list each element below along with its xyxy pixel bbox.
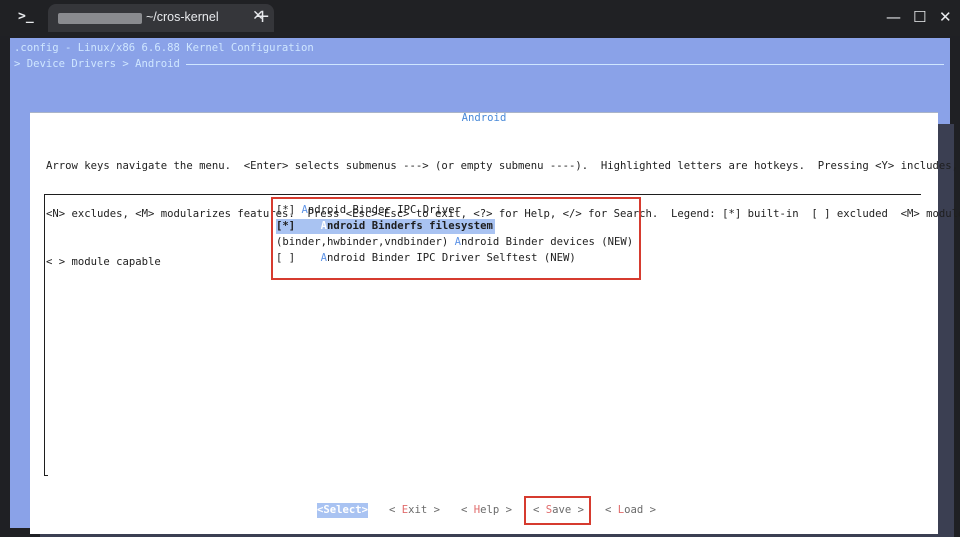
item-label: ndroid Binder IPC Driver Selftest (NEW) bbox=[327, 252, 576, 264]
btn-rest: elect> bbox=[329, 504, 369, 516]
menu-item-binder-devices[interactable]: (binder,hwbinder,vndbinder) Android Bind… bbox=[276, 235, 633, 250]
item-label: ndroid Binder devices (NEW) bbox=[460, 236, 634, 248]
help-line-1: Arrow keys navigate the menu. <Enter> se… bbox=[46, 160, 959, 172]
menu-item-binder-selftest[interactable]: [ ] Android Binder IPC Driver Selftest (… bbox=[276, 251, 576, 266]
item-state: [ ] bbox=[276, 252, 321, 264]
btn-rest: oad > bbox=[624, 504, 657, 516]
close-window-icon[interactable]: ✕ bbox=[939, 8, 952, 26]
btn-rest: xit > bbox=[408, 504, 441, 516]
dialog-title: Android bbox=[461, 112, 507, 124]
config-title: .config - Linux/x86 6.6.88 Kernel Config… bbox=[14, 42, 314, 54]
listbox-top-border bbox=[44, 194, 921, 195]
select-button[interactable]: <Select> bbox=[317, 503, 369, 518]
terminal-area[interactable]: .config - Linux/x86 6.6.88 Kernel Config… bbox=[10, 38, 960, 537]
item-label: ndroid Binder IPC Driver bbox=[307, 204, 461, 216]
save-button[interactable]: < Save > bbox=[533, 503, 584, 518]
menu-listbox[interactable]: [*] Android Binder IPC Driver [*] Androi… bbox=[44, 194, 921, 480]
item-state: (binder,hwbinder,vndbinder) bbox=[276, 236, 455, 248]
tab-title: ~/cros-kernel bbox=[146, 10, 219, 24]
item-state: [*] bbox=[276, 220, 321, 232]
terminal-prompt-icon: >_ bbox=[18, 9, 34, 24]
breadcrumb: > Device Drivers > Android bbox=[14, 58, 180, 70]
title-bar: >_ ~/cros-kernel ✕ + — ☐ ✕ bbox=[0, 0, 960, 36]
btn-rest: elp > bbox=[480, 504, 513, 516]
item-label: ndroid Binderfs filesystem bbox=[327, 220, 493, 232]
menuconfig-dialog: Android Arrow keys navigate the menu. <E… bbox=[30, 112, 960, 534]
load-button[interactable]: < Load > bbox=[605, 503, 656, 518]
new-tab-icon[interactable]: + bbox=[255, 6, 270, 27]
maximize-icon[interactable]: ☐ bbox=[913, 8, 926, 26]
exit-button[interactable]: < Exit > bbox=[389, 503, 440, 518]
btn-bracket: < bbox=[605, 504, 618, 516]
menu-item-binderfs-filesystem[interactable]: [*] Android Binderfs filesystem bbox=[276, 219, 495, 234]
listbox-left-border bbox=[44, 194, 45, 476]
menu-item-binder-ipc-driver[interactable]: [*] Android Binder IPC Driver bbox=[276, 203, 461, 218]
btn-bracket: < bbox=[533, 504, 546, 516]
breadcrumb-separator bbox=[186, 64, 944, 65]
minimize-icon[interactable]: — bbox=[886, 8, 901, 26]
redacted-hostname bbox=[58, 13, 142, 24]
item-state: [*] bbox=[276, 204, 302, 216]
tab-cros-kernel[interactable]: ~/cros-kernel ✕ bbox=[48, 4, 274, 32]
btn-rest: ave > bbox=[552, 504, 585, 516]
listbox-corner bbox=[44, 475, 48, 476]
btn-bracket: < bbox=[389, 504, 402, 516]
btn-bracket: < bbox=[461, 504, 474, 516]
help-button[interactable]: < Help > bbox=[461, 503, 512, 518]
